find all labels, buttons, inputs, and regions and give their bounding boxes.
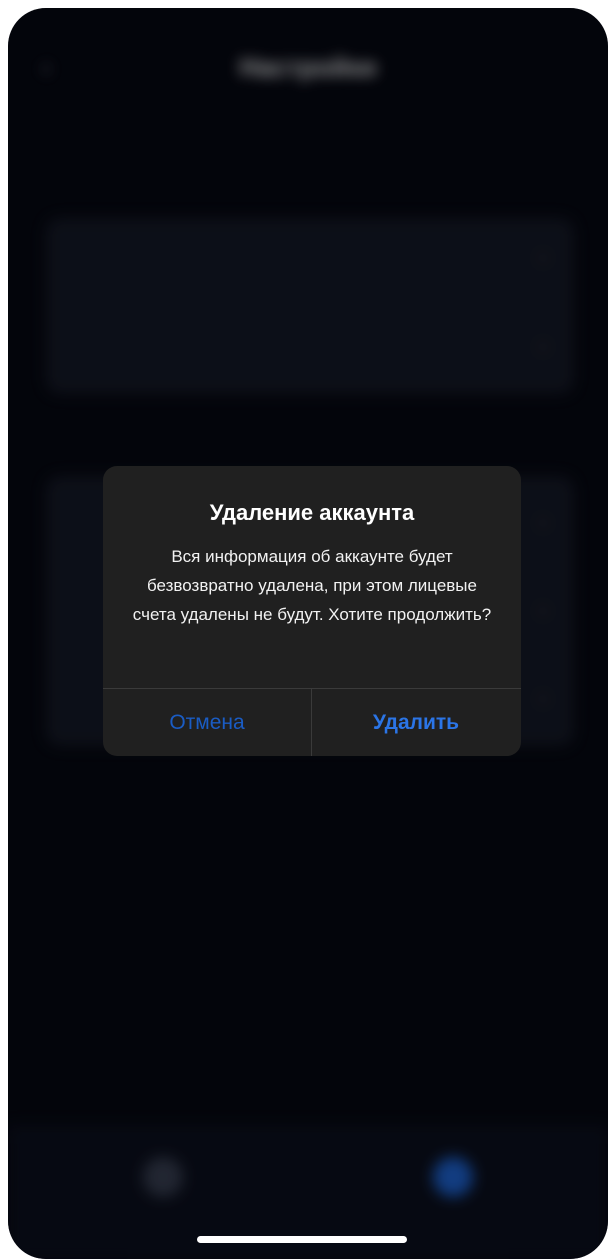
home-indicator[interactable] (197, 1236, 407, 1243)
dialog-message: Вся информация об аккаунте будет безвозв… (132, 547, 492, 624)
delete-button[interactable]: Удалить (312, 689, 520, 756)
cancel-button[interactable]: Отмена (103, 689, 311, 756)
phone-frame: ‹ Настройки › › › › › Удаление аккаунта … (8, 8, 608, 1259)
dialog-title: Удаление аккаунта (209, 500, 415, 525)
delete-account-dialog: Удаление аккаунта Вся информация об акка… (103, 466, 521, 756)
